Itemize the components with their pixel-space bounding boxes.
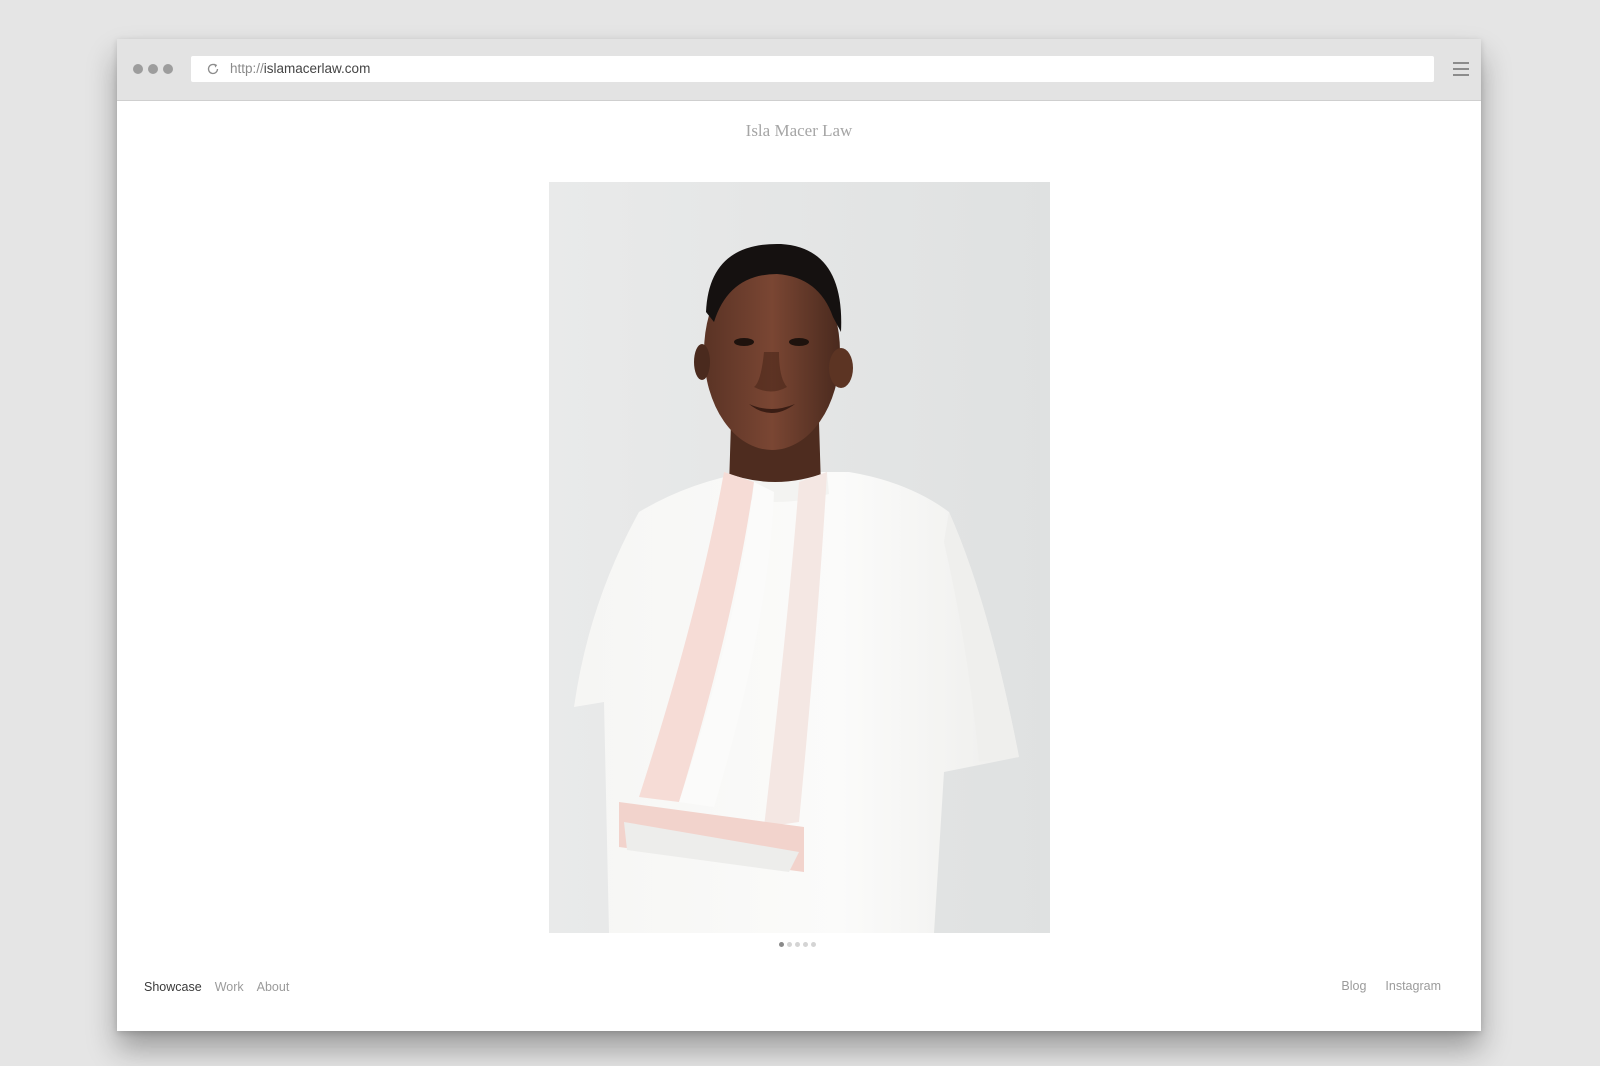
nav-about[interactable]: About (257, 980, 290, 994)
url-protocol: http:// (230, 61, 264, 76)
nav-instagram[interactable]: Instagram (1385, 979, 1441, 993)
carousel-dot[interactable] (779, 942, 784, 947)
primary-nav: Showcase Work About (144, 980, 289, 994)
hamburger-menu-icon[interactable] (1453, 62, 1469, 76)
site-title[interactable]: Isla Macer Law (117, 121, 1481, 141)
url-text[interactable]: http://islamacerlaw.com (230, 56, 370, 82)
carousel-dot[interactable] (811, 942, 816, 947)
window-controls (133, 64, 173, 74)
window-control-dot[interactable] (133, 64, 143, 74)
nav-showcase[interactable]: Showcase (144, 980, 202, 994)
nav-blog[interactable]: Blog (1341, 979, 1366, 993)
portrait-image (549, 182, 1050, 933)
showcase-photo (549, 182, 1050, 933)
browser-toolbar: http://islamacerlaw.com (117, 39, 1481, 101)
window-control-dot[interactable] (148, 64, 158, 74)
carousel-dots (779, 942, 816, 947)
carousel-dot[interactable] (803, 942, 808, 947)
secondary-nav: Blog Instagram (1341, 979, 1441, 993)
nav-work[interactable]: Work (215, 980, 244, 994)
address-bar[interactable]: http://islamacerlaw.com (191, 56, 1434, 82)
carousel-dot[interactable] (787, 942, 792, 947)
reload-icon[interactable] (206, 62, 220, 76)
browser-window: http://islamacerlaw.com Isla Macer Law S… (117, 39, 1481, 1031)
url-host: islamacerlaw.com (263, 61, 371, 76)
carousel-dot[interactable] (795, 942, 800, 947)
window-control-dot[interactable] (163, 64, 173, 74)
